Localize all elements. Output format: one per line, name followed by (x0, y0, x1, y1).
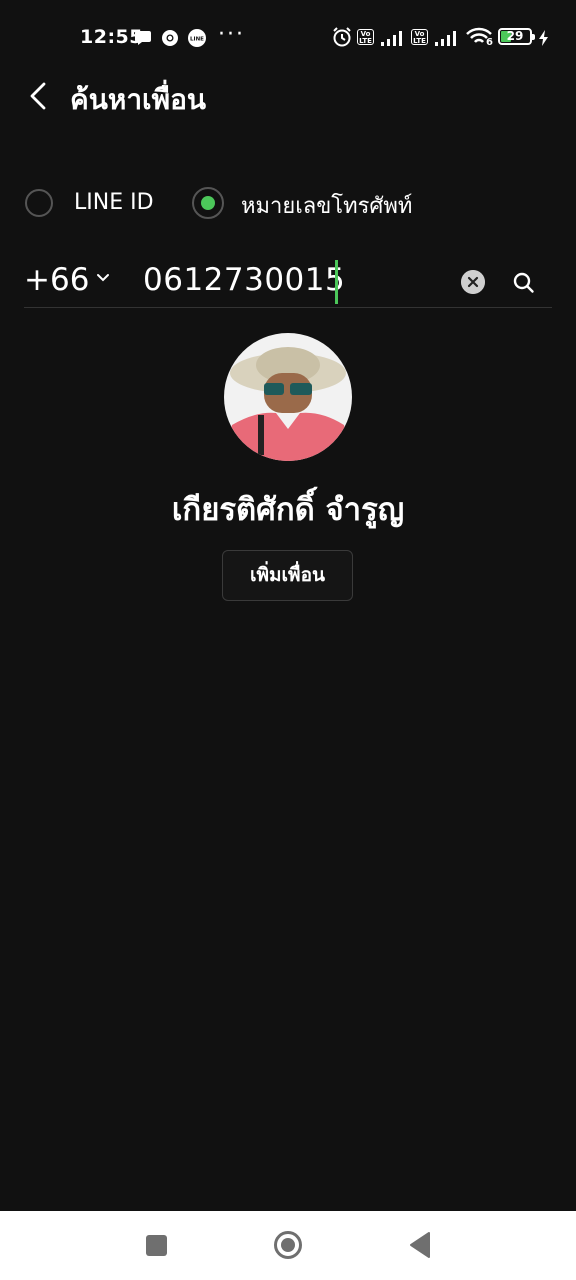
volte-icon: Vo LTE (357, 29, 374, 45)
back-icon[interactable] (407, 1230, 433, 1260)
chrome-icon (162, 30, 178, 46)
alarm-icon (333, 27, 351, 47)
more-dots-icon: ··· (218, 22, 245, 47)
radio-phone-number[interactable] (192, 187, 224, 219)
text-caret (335, 260, 338, 304)
volte-icon: Vo LTE (411, 29, 428, 45)
radio-label-line-id[interactable]: LINE ID (74, 190, 154, 215)
signal-icon (381, 31, 402, 46)
input-underline (24, 307, 552, 308)
chat-icon (135, 31, 151, 45)
battery-icon: 29 (498, 28, 535, 45)
battery-level: 29 (506, 29, 524, 43)
clear-icon[interactable] (461, 270, 485, 294)
profile-name: เกียรติศักดิ์ จำรูญ (171, 492, 405, 528)
network-badge: 6 (486, 37, 493, 48)
radio-label-phone-number[interactable]: หมายเลขโทรศัพท์ (241, 188, 412, 223)
search-icon[interactable] (511, 270, 537, 296)
recent-apps-icon[interactable] (146, 1235, 167, 1256)
signal-icon (435, 31, 456, 46)
status-bar: 12:55 LINE ··· Vo LTE Vo LTE 6 29 (0, 0, 576, 76)
charging-icon (539, 30, 548, 46)
country-code-select[interactable]: +66 (24, 262, 89, 298)
line-icon: LINE (188, 29, 206, 47)
phone-number-input[interactable]: 0612730015 (143, 262, 345, 298)
svg-text:LINE: LINE (190, 37, 204, 43)
home-icon[interactable] (273, 1230, 303, 1260)
radio-line-id[interactable] (25, 189, 53, 217)
avatar (224, 333, 352, 461)
chevron-down-icon[interactable] (96, 272, 110, 284)
add-friend-button[interactable]: เพิ่มเพื่อน (222, 550, 353, 601)
page-title: ค้นหาเพื่อน (70, 83, 207, 116)
back-arrow-icon[interactable] (22, 78, 58, 114)
